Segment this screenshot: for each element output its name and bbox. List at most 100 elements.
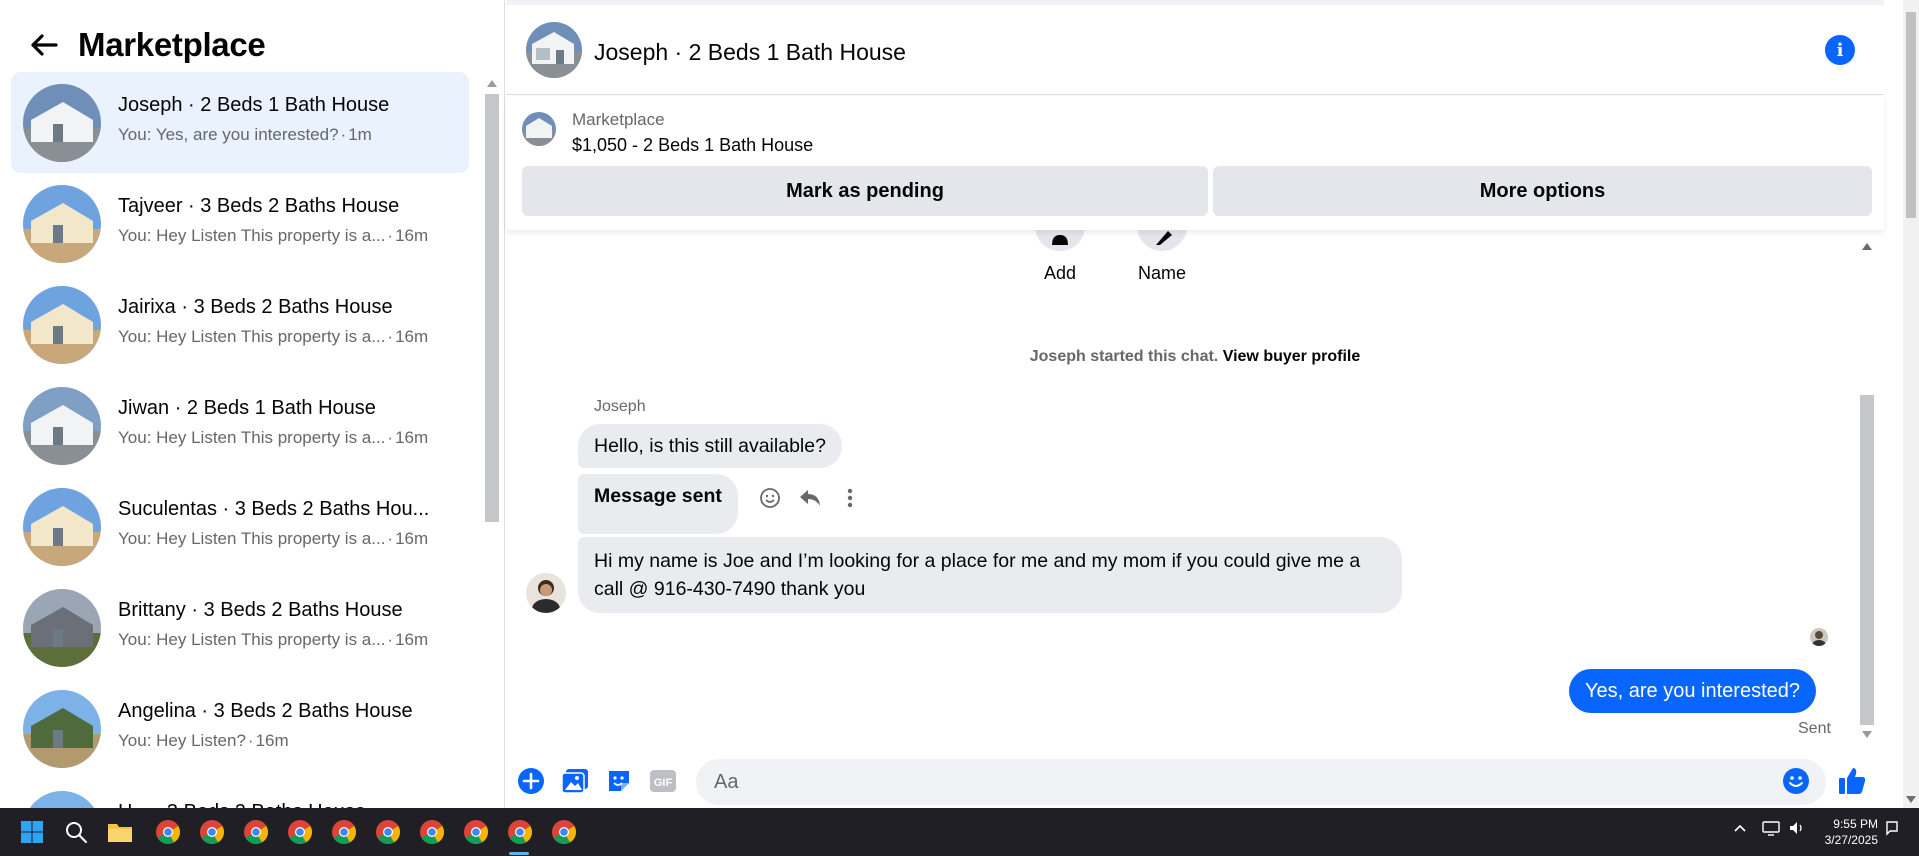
conversation-avatar [23, 487, 101, 566]
svg-text:GIF: GIF [654, 777, 673, 789]
conversation-title: Jiwan · 2 Beds 1 Bath House [118, 397, 376, 419]
conversation-time: 16m [395, 630, 429, 649]
chrome-icon[interactable] [284, 816, 316, 848]
sticker-icon[interactable] [604, 766, 634, 796]
conversation-avatar [23, 285, 101, 364]
incoming-message[interactable]: Hi my name is Joe and I’m looking for a … [578, 537, 1402, 613]
app-window: Marketplace Joseph · 2 Beds 1 Bath House… [0, 0, 1919, 856]
emoji-icon[interactable] [1781, 766, 1811, 796]
separator-dot: · [340, 125, 347, 144]
more-vertical-icon[interactable] [838, 486, 862, 510]
conversation-item[interactable]: Jairixa · 3 Beds 2 Baths House You: Hey L… [11, 274, 469, 375]
chevron-up-icon[interactable] [1733, 820, 1747, 836]
chrome-icon[interactable] [548, 816, 580, 848]
incoming-message-sent-notice[interactable]: Message sent [578, 474, 738, 534]
conversation-item[interactable]: Tajveer · 3 Beds 2 Baths House You: Hey L… [11, 173, 469, 274]
conversation-title: Jairixa · 3 Beds 2 Baths House [118, 296, 393, 318]
message-status: Sent [1798, 720, 1831, 737]
notification-icon[interactable] [1884, 820, 1900, 839]
chrome-icon[interactable] [240, 816, 272, 848]
message-input[interactable]: Aa [696, 759, 1826, 805]
started-text: Joseph started this chat. [1029, 348, 1219, 365]
clock-date: 3/27/2025 [1824, 833, 1878, 847]
view-buyer-profile-link[interactable]: View buyer profile [1223, 348, 1361, 365]
info-icon[interactable]: i [1825, 35, 1855, 65]
conversation-preview: You: Hey Listen This property is a... · 16… [118, 428, 463, 448]
seen-by-avatar [1810, 628, 1828, 646]
page-scroll-thumb[interactable] [1906, 12, 1916, 218]
conversation-item[interactable]: Angelina · 3 Beds 2 Baths House You: Hey … [11, 678, 469, 779]
thread-scrollbar[interactable] [1858, 235, 1876, 747]
windows-start-icon[interactable] [16, 816, 48, 848]
conversation-text: Jairixa · 3 Beds 2 Baths House You: Hey L… [118, 296, 463, 347]
conversation-preview: You: Hey Listen? · 16m [118, 731, 463, 751]
back-arrow-icon[interactable] [26, 27, 62, 63]
chrome-icon[interactable] [504, 816, 536, 848]
conversation-snippet: You: Hey Listen This property is a... [118, 428, 386, 447]
chrome-icon[interactable] [372, 816, 404, 848]
sidebar-scroll-thumb[interactable] [485, 94, 499, 522]
search-icon[interactable] [60, 816, 92, 848]
listing-thumbnail[interactable] [522, 112, 556, 146]
scroll-up-icon[interactable] [487, 80, 497, 87]
conversation-snippet: You: Yes, are you interested? [118, 125, 339, 144]
more-options-button[interactable]: More options [1213, 166, 1872, 216]
conversation-snippet: You: Hey Listen This property is a... [118, 529, 386, 548]
listing-label: Marketplace [572, 110, 665, 129]
conversation-text: Angelina · 3 Beds 2 Baths House You: Hey … [118, 700, 463, 751]
windows-taskbar: 9:55 PM 3/27/2025 [0, 808, 1919, 856]
name-label: Name [1137, 263, 1186, 283]
chrome-icon[interactable] [460, 816, 492, 848]
conversation-item[interactable]: Jiwan · 2 Beds 1 Bath House You: Hey List… [11, 375, 469, 476]
conversation-title: Angelina · 3 Beds 2 Baths House [118, 700, 413, 722]
separator-dot: · [387, 327, 394, 346]
conversation-avatar [23, 790, 101, 808]
conversation-item[interactable]: Brittany · 3 Beds 2 Baths House You: Hey … [11, 577, 469, 678]
network-icon[interactable] [1762, 820, 1780, 839]
conversation-title: Tajveer · 3 Beds 2 Baths House [118, 195, 400, 217]
conversation-preview: You: Hey Listen This property is a... · 16… [118, 630, 463, 650]
mark-as-pending-button[interactable]: Mark as pending [522, 166, 1208, 216]
conversation-time: 16m [395, 327, 429, 346]
chrome-icon[interactable] [152, 816, 184, 848]
reply-icon[interactable] [798, 486, 822, 510]
volume-icon[interactable] [1788, 820, 1806, 839]
add-label: Add [1043, 263, 1077, 283]
incoming-message[interactable]: Hello, is this still available? [578, 424, 842, 468]
chrome-icon[interactable] [196, 816, 228, 848]
outgoing-message[interactable]: Yes, are you interested? [1569, 669, 1816, 713]
chat-panel: Joseph · 2 Beds 1 Bath House i Marketpla… [506, 0, 1884, 808]
listing-price[interactable]: $1,050 - 2 Beds 1 Bath House [572, 135, 813, 156]
conversation-item[interactable]: Joseph · 2 Beds 1 Bath House You: Yes, ar… [11, 72, 469, 173]
chrome-icon[interactable] [328, 816, 360, 848]
sender-avatar[interactable] [526, 573, 566, 613]
conversation-item[interactable]: H... · 3 Beds 2 Baths House [11, 779, 469, 808]
conversation-text: Brittany · 3 Beds 2 Baths House You: Hey … [118, 599, 463, 650]
conversation-avatar [23, 386, 101, 465]
system-clock[interactable]: 9:55 PM 3/27/2025 [1810, 816, 1878, 848]
page-scrollbar[interactable] [1903, 0, 1919, 808]
sidebar-scrollbar[interactable] [483, 78, 501, 808]
conversation-time: 16m [395, 226, 429, 245]
chat-avatar[interactable] [526, 22, 582, 78]
conversation-text: Suculentas · 3 Beds 2 Baths Hou... You: H… [118, 498, 463, 549]
scroll-down-icon[interactable] [1862, 731, 1872, 738]
thread-scroll-thumb[interactable] [1860, 395, 1874, 725]
scroll-down-icon[interactable] [1906, 796, 1916, 803]
chrome-icon[interactable] [416, 816, 448, 848]
message-thread: Add Name Joseph started this chat. View … [506, 205, 1856, 750]
photo-icon[interactable] [560, 766, 590, 796]
conversation-avatar [23, 83, 101, 162]
file-explorer-icon[interactable] [104, 816, 136, 848]
scroll-up-icon[interactable] [1862, 243, 1872, 250]
thumbs-up-icon[interactable] [1837, 766, 1867, 796]
react-smiley-icon[interactable] [758, 486, 782, 510]
gif-icon[interactable]: GIF [648, 766, 678, 796]
message-input-placeholder: Aa [714, 771, 739, 793]
message-actions [758, 486, 862, 510]
plus-circle-icon[interactable] [516, 766, 546, 796]
conversation-item[interactable]: Suculentas · 3 Beds 2 Baths Hou... You: H… [11, 476, 469, 577]
conversation-avatar [23, 689, 101, 768]
conversation-time: 16m [255, 731, 289, 750]
conversation-title: Joseph · 2 Beds 1 Bath House [118, 94, 390, 116]
